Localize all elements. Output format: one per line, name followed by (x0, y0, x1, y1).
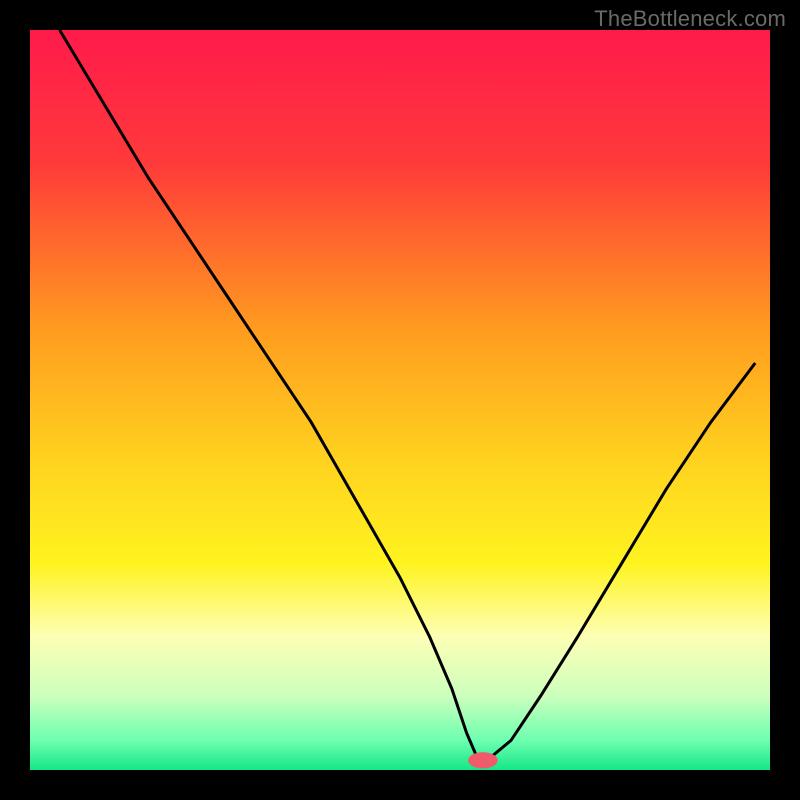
chart-frame: TheBottleneck.com (0, 0, 800, 800)
chart-background-gradient (30, 30, 770, 770)
watermark-text: TheBottleneck.com (594, 6, 786, 32)
chart-svg (30, 30, 770, 770)
optimal-point-marker (468, 752, 498, 768)
chart-plot-area (30, 30, 770, 770)
